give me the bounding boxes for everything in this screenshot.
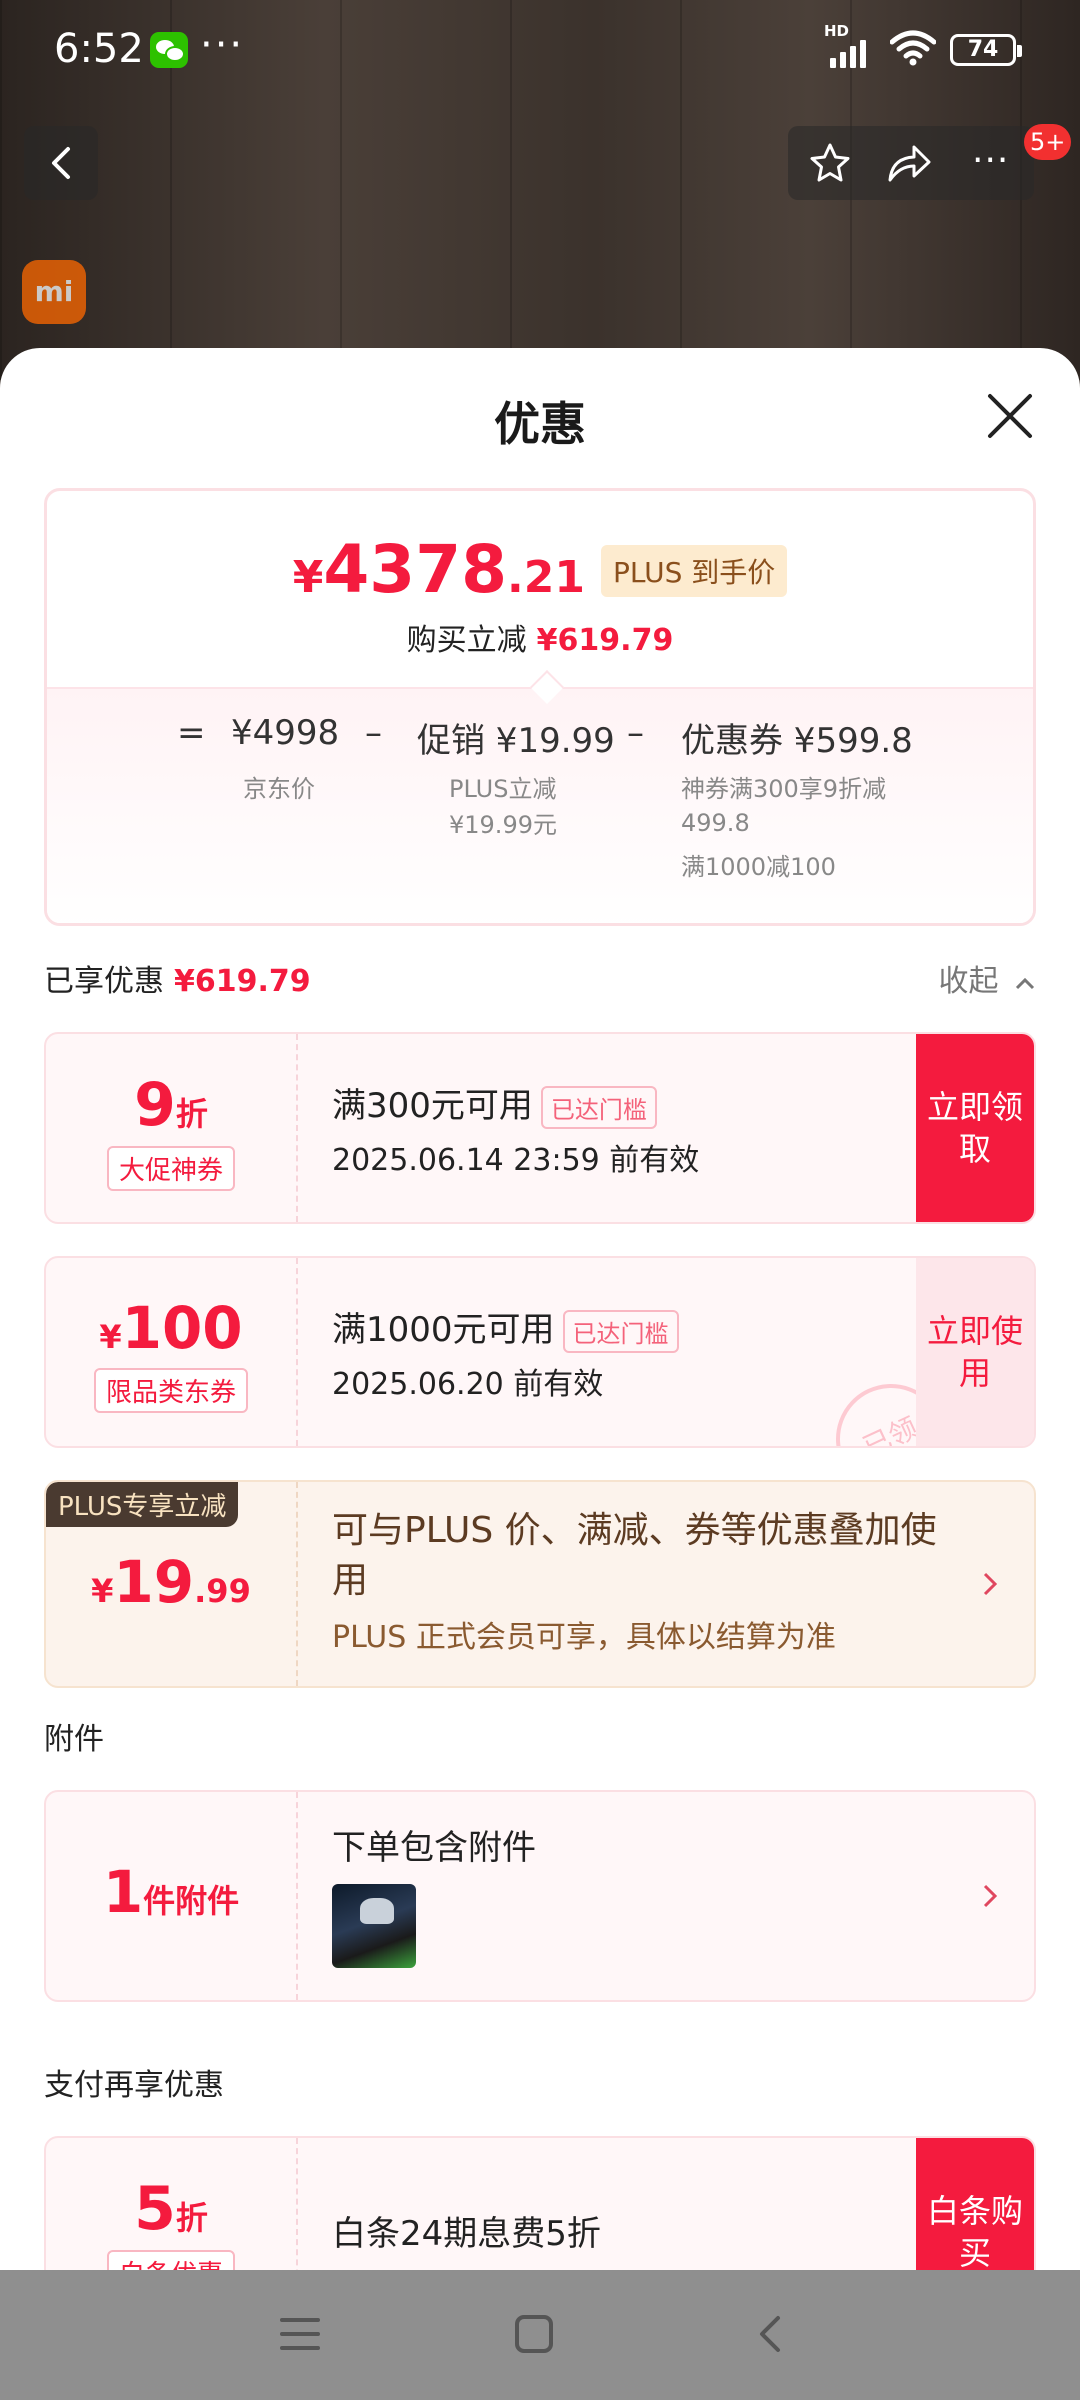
payment-discount: 5折 (134, 2174, 208, 2244)
equals-sign: = (177, 713, 206, 753)
signal-icon (830, 28, 866, 68)
status-bar: 6:52 ··· HD 74 (0, 0, 1080, 100)
enjoyed-discount-header: 已享优惠 ¥619.79 (44, 964, 311, 999)
coupon-sub-label: 神券满300享9折减 (681, 775, 887, 803)
chevron-right-icon (983, 1572, 998, 1596)
price-formula: = ¥4998 – 促销 ¥19.99 – 优惠券 ¥599.8 京东价 PLU… (47, 687, 1033, 923)
share-icon[interactable] (886, 142, 932, 184)
plus-description: 可与PLUS 价、满减、券等优惠叠加使用 (332, 1510, 937, 1601)
coupon-discount: 9折 (134, 1070, 208, 1140)
coupon-type-tag: 大促神券 (106, 1146, 235, 1191)
coupon-type-tag: 限品类东券 (93, 1368, 248, 1413)
sheet-title: 优惠 (494, 397, 586, 451)
attachment-thumbnail[interactable] (332, 1884, 416, 1968)
more-notifications-icon: ··· (200, 22, 245, 68)
star-icon[interactable] (808, 142, 852, 184)
jd-price: ¥4998 (231, 713, 340, 753)
coupon-validity: 2025.06.14 23:59 前有效 (332, 1143, 700, 1178)
wechat-icon (150, 32, 188, 68)
attachment-title: 下单包含附件 (332, 1828, 536, 1868)
status-time: 6:52 (54, 26, 144, 72)
coupon-discount: ¥100 (99, 1294, 243, 1362)
system-navigation-bar (0, 2270, 1080, 2400)
promo-amount: 促销 ¥19.99 (417, 721, 615, 761)
plus-note: PLUS 正式会员可享，具体以结算为准 (332, 1620, 836, 1655)
claim-coupon-button[interactable]: 立即领取 (916, 1034, 1034, 1222)
payment-type-tag: 白条优惠 (106, 2250, 235, 2270)
promo-sub-label: PLUS立减 (449, 775, 557, 803)
coupon-validity: 2025.06.20 前有效 (332, 1367, 604, 1402)
notification-badge: 5+ (1024, 124, 1072, 160)
wifi-icon (890, 30, 936, 66)
promo-sub-value: ¥19.99元 (449, 811, 557, 839)
coupon-sub-value: 499.8 (681, 809, 750, 837)
menu-icon[interactable] (278, 2314, 322, 2354)
top-actions: ··· (788, 126, 1034, 200)
attachment-count: 1件附件 (102, 1858, 240, 1926)
battery-icon: 74 (950, 34, 1022, 66)
minus-sign: – (627, 713, 644, 753)
chevron-right-icon (983, 1884, 998, 1908)
baitiao-buy-button[interactable]: 白条购买 (916, 2138, 1034, 2270)
coupon-amount: 优惠券 ¥599.8 (681, 721, 913, 761)
back-icon[interactable] (754, 2314, 784, 2354)
collapse-button[interactable]: 收起 (938, 956, 1036, 1000)
close-icon[interactable] (984, 390, 1036, 442)
coupon-card: ¥100 限品类东券 满1000元可用 已达门槛 2025.06.20 前有效 已… (44, 1256, 1036, 1448)
use-coupon-button[interactable]: 立即使用 (916, 1258, 1034, 1446)
plus-discount-card[interactable]: ¥19.99 PLUS专享立减 可与PLUS 价、满减、券等优惠叠加使用 PLU… (44, 1480, 1036, 1688)
discount-sheet: 优惠 ¥4378.21 PLUS 到手价 购买立减 ¥619.79 = ¥4998… (0, 348, 1080, 2270)
plus-exclusive-tag: PLUS专享立减 (46, 1482, 239, 1527)
price-breakdown-card: ¥4378.21 PLUS 到手价 购买立减 ¥619.79 = ¥4998 – … (44, 488, 1036, 926)
home-icon[interactable] (514, 2314, 554, 2354)
chevron-left-icon (52, 147, 70, 179)
payment-section-title: 支付再享优惠 (44, 2068, 224, 2103)
payment-offer-card: 5折 白条优惠 白条24期息费5折 白条购买 (44, 2136, 1036, 2270)
attachment-card[interactable]: 1件附件 下单包含附件 (44, 1790, 1036, 2002)
brand-logo[interactable]: mi (22, 260, 86, 324)
coupon-sub-extra: 满1000减100 (681, 853, 836, 881)
final-price: ¥4378.21 (292, 531, 585, 608)
plus-price-tag: PLUS 到手价 (601, 545, 788, 597)
plus-discount-amount: ¥19.99 (91, 1548, 251, 1616)
instant-reduction: 购买立减 ¥619.79 (406, 623, 674, 658)
chevron-up-icon (1015, 977, 1035, 990)
minus-sign: – (365, 713, 382, 753)
coupon-card: 9折 大促神券 满300元可用 已达门槛 2025.06.14 23:59 前有效… (44, 1032, 1036, 1224)
payment-offer-title: 白条24期息费5折 (332, 2214, 601, 2254)
more-icon[interactable]: ··· (972, 140, 1009, 181)
jd-price-label: 京东价 (243, 775, 315, 803)
coupon-condition: 满300元可用 已达门槛 (332, 1078, 699, 1129)
coupon-condition: 满1000元可用 已达门槛 (332, 1302, 679, 1353)
back-button[interactable] (24, 126, 98, 200)
attachment-section-title: 附件 (44, 1722, 104, 1757)
